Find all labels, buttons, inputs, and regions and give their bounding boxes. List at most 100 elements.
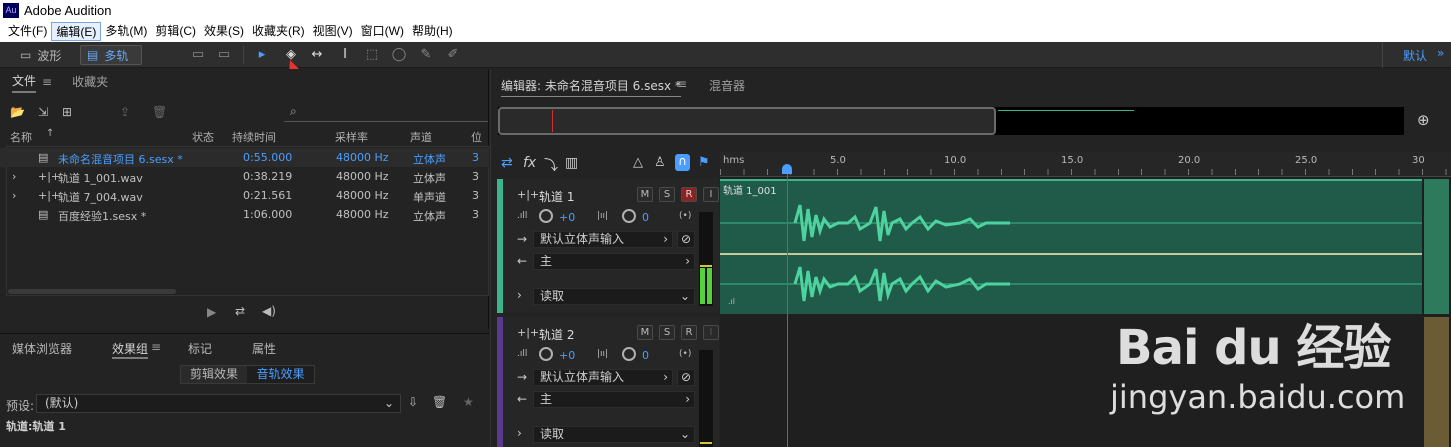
menu-favorites[interactable]: 收藏夹(R) — [248, 22, 309, 41]
delete-icon[interactable]: 🗑 — [152, 105, 167, 119]
input-select[interactable]: 默认立体声输入 › — [533, 231, 673, 248]
open-file-icon[interactable]: 📂 — [10, 105, 25, 119]
time-selection-tool-icon[interactable]: I — [337, 47, 353, 63]
marker-icon[interactable]: ⚑ — [698, 155, 710, 170]
delete-preset-icon[interactable]: 🗑 — [432, 395, 447, 409]
output-select[interactable]: 主 › — [533, 391, 695, 408]
expand-icon[interactable]: › — [12, 170, 16, 183]
preset-select[interactable]: (默认) ⌄ — [36, 394, 401, 413]
time-ruler[interactable]: hms 5.0 10.0 15.0 20.0 25.0 30 — [720, 152, 1451, 177]
track-name[interactable]: 轨道 2 — [539, 326, 574, 343]
file-row[interactable]: › +|+ 轨道 7_004.wav 0:21.561 48000 Hz 单声道… — [0, 186, 489, 205]
file-row[interactable]: ▤ 百度经验1.sesx * 1:06.000 48000 Hz 立体声 3 — [0, 205, 489, 224]
col-name[interactable]: 名称 — [10, 129, 32, 145]
subtab-track-effects[interactable]: 音轨效果 — [247, 366, 314, 383]
menu-file[interactable]: 文件(F) — [4, 22, 51, 41]
tab-effects-rack[interactable]: 效果组 — [112, 340, 149, 359]
menu-effects[interactable]: 效果(S) — [200, 22, 248, 41]
panel-menu-icon[interactable]: ≡ — [677, 77, 687, 91]
horizontal-scrollbar[interactable] — [8, 289, 176, 294]
record-arm-button[interactable]: R — [681, 187, 697, 202]
sends-icon[interactable]: ⤵ — [544, 155, 558, 175]
import-file-icon[interactable]: ⇲ — [38, 105, 48, 119]
tab-favorites[interactable]: 收藏夹 — [72, 73, 108, 92]
loop-icon[interactable]: ⇄ — [235, 304, 245, 318]
menu-help[interactable]: 帮助(H) — [408, 22, 457, 41]
workspace-default[interactable]: 默认 — [1403, 47, 1427, 64]
panel-menu-icon[interactable]: ≡ — [151, 340, 161, 354]
tab-properties[interactable]: 属性 — [252, 340, 276, 357]
mute-button[interactable]: M — [637, 325, 653, 340]
menu-view[interactable]: 视图(V) — [309, 22, 357, 41]
tab-editor[interactable]: 编辑器: 未命名混音项目 6.sesx * — [501, 77, 681, 97]
expand-icon[interactable]: › — [517, 426, 522, 440]
output-select[interactable]: 主 › — [533, 253, 695, 270]
volume-knob[interactable] — [539, 347, 553, 361]
tab-files[interactable]: 文件 — [12, 72, 37, 93]
zoom-navigator-icon[interactable]: ⊕ — [1417, 111, 1430, 129]
stereo-icon[interactable]: (•) — [679, 211, 691, 221]
move-tool-icon[interactable]: ▸ — [254, 47, 270, 63]
pan-value[interactable]: 0 — [642, 211, 649, 224]
panel-menu-icon[interactable]: ≡ — [42, 75, 52, 89]
autoplay-icon[interactable]: ◀) — [262, 304, 276, 318]
tab-markers[interactable]: 标记 — [188, 340, 212, 357]
stereo-icon[interactable]: (•) — [679, 349, 691, 359]
new-file-icon[interactable]: ⊞ — [62, 105, 72, 119]
metronome-icon[interactable]: △ — [633, 155, 643, 170]
mute-button[interactable]: M — [637, 187, 653, 202]
workspace-menu-icon[interactable]: » — [1437, 46, 1444, 60]
phase-invert-button[interactable]: ⊘ — [677, 231, 695, 248]
playhead-handle[interactable] — [782, 164, 792, 174]
track-header[interactable]: +|+ 轨道 2 M S R I .ıll +0 |ıı| 0 (•) → 默认… — [497, 317, 719, 447]
expand-icon[interactable]: › — [517, 288, 522, 302]
record-arm-button[interactable]: R — [681, 325, 697, 340]
session-overview[interactable] — [498, 107, 1404, 135]
volume-value[interactable]: +0 — [559, 211, 575, 224]
play-icon[interactable]: ▶ — [207, 305, 216, 319]
spectral-display-icon[interactable]: ▭ — [190, 47, 206, 63]
pan-knob[interactable] — [622, 209, 636, 223]
expand-icon[interactable]: › — [12, 189, 16, 202]
phase-invert-button[interactable]: ⊘ — [677, 369, 695, 386]
volume-knob[interactable] — [539, 209, 553, 223]
save-preset-icon[interactable]: ⇩ — [408, 395, 418, 409]
sync-icon[interactable]: ⇄ — [501, 155, 513, 171]
favorite-star-icon[interactable]: ★ — [463, 395, 474, 409]
automation-mode-select[interactable]: 读取 ⌄ — [533, 288, 695, 305]
lasso-tool-icon[interactable]: ◯ — [391, 47, 407, 63]
insert-icon[interactable]: ⇪ — [120, 105, 130, 119]
col-status[interactable]: 状态 — [192, 129, 214, 145]
file-row[interactable]: ▤ 未命名混音项目 6.sesx * 0:55.000 48000 Hz 立体声… — [0, 148, 489, 167]
metronome-settings-icon[interactable]: ♙ — [654, 155, 666, 170]
pan-value[interactable]: 0 — [642, 349, 649, 362]
subtab-clip-effects[interactable]: 剪辑效果 — [181, 366, 247, 383]
snap-icon[interactable]: ∩ — [675, 154, 690, 171]
overview-viewport[interactable] — [498, 107, 996, 135]
menu-multitrack[interactable]: 多轨(M) — [101, 22, 151, 41]
col-duration[interactable]: 持续时间 — [232, 129, 276, 145]
file-row[interactable]: › +|+ 轨道 1_001.wav 0:38.219 48000 Hz 立体声… — [0, 167, 489, 186]
track-name[interactable]: 轨道 1 — [539, 188, 574, 205]
audio-clip[interactable]: 轨道 1_001 .ıl — [720, 179, 1422, 314]
pitch-display-icon[interactable]: ▭ — [216, 47, 232, 63]
menu-window[interactable]: 窗口(W) — [357, 22, 408, 41]
solo-button[interactable]: S — [659, 187, 675, 202]
menu-clip[interactable]: 剪辑(C) — [151, 22, 200, 41]
input-select[interactable]: 默认立体声输入 › — [533, 369, 673, 386]
tab-media-browser[interactable]: 媒体浏览器 — [12, 340, 72, 357]
input-monitor-button[interactable]: I — [703, 187, 719, 202]
spot-healing-tool-icon[interactable]: ✐ — [445, 47, 461, 63]
automation-mode-select[interactable]: 读取 ⌄ — [533, 426, 695, 443]
eq-icon[interactable]: ▥ — [565, 155, 578, 171]
menu-edit[interactable]: 编辑(E) — [51, 22, 102, 41]
input-monitor-button[interactable]: I — [703, 325, 719, 340]
marquee-tool-icon[interactable]: ⬚ — [364, 47, 380, 63]
solo-button[interactable]: S — [659, 325, 675, 340]
brush-tool-icon[interactable]: ✎ — [418, 47, 434, 63]
col-channels[interactable]: 声道 — [410, 129, 432, 145]
col-bit[interactable]: 位 — [471, 129, 482, 145]
waveform-view-button[interactable]: ▭ 波形 — [14, 45, 76, 65]
file-search-input[interactable]: ⌕ — [284, 102, 488, 122]
fx-icon[interactable]: fx — [523, 155, 536, 171]
